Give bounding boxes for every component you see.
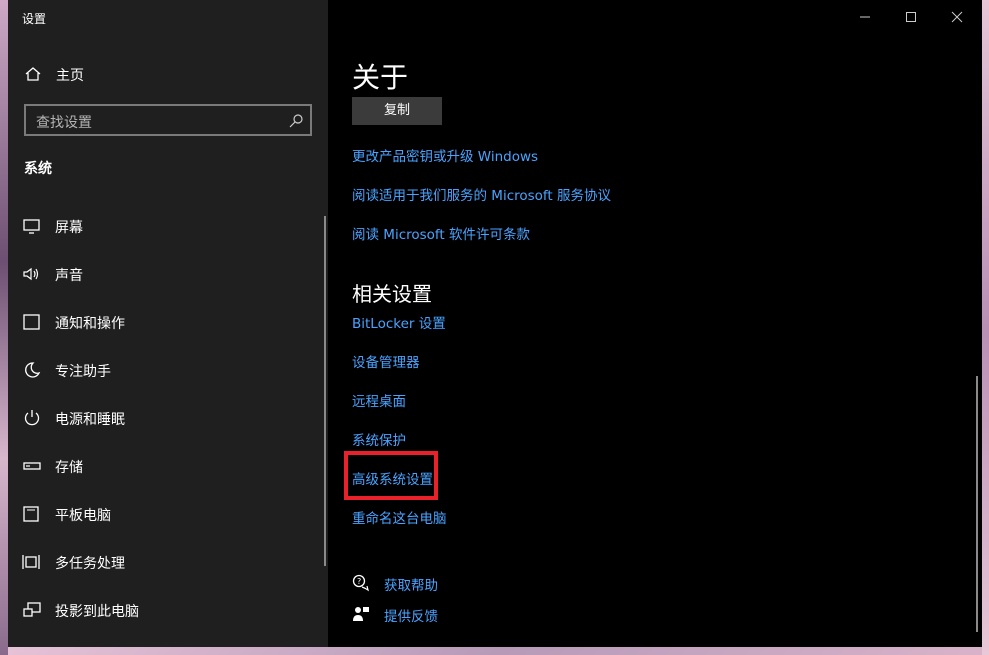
sidebar-item-focus-assist[interactable]: 专注助手 <box>8 350 324 390</box>
change-product-key-link[interactable]: 更改产品密钥或升级 Windows <box>352 145 538 165</box>
sidebar-item-label: 屏幕 <box>55 220 83 236</box>
section-title: 系统 <box>24 161 52 177</box>
svg-text:?: ? <box>357 577 361 586</box>
sidebar-scrollbar[interactable] <box>324 216 326 566</box>
sidebar-item-display[interactable]: 屏幕 <box>8 206 324 246</box>
project-icon <box>23 602 41 617</box>
sidebar-item-label: 通知和操作 <box>55 316 125 332</box>
sidebar-item-home[interactable]: 主页 <box>8 56 328 92</box>
storage-icon <box>23 462 41 470</box>
content-scrollbar[interactable] <box>976 376 978 632</box>
speaker-icon <box>23 267 39 281</box>
services-agreement-link[interactable]: 阅读适用于我们服务的 Microsoft 服务协议 <box>352 184 611 204</box>
highlight-box <box>344 451 438 500</box>
remote-desktop-link[interactable]: 远程桌面 <box>352 390 406 410</box>
sidebar-item-tablet[interactable]: 平板电脑 <box>8 494 324 534</box>
sidebar-item-label: 主页 <box>56 68 84 84</box>
sidebar-item-label: 存储 <box>55 460 83 476</box>
home-icon <box>25 67 41 81</box>
system-protection-link[interactable]: 系统保护 <box>352 429 406 449</box>
desktop-background-right <box>982 0 989 655</box>
maximize-icon[interactable] <box>898 6 924 28</box>
feedback-icon <box>353 607 369 621</box>
minimize-icon[interactable] <box>852 6 878 28</box>
main-content: 关于 复制 更改产品密钥或升级 Windows 阅读适用于我们服务的 Micro… <box>328 0 982 647</box>
help-chat-icon: ? <box>352 574 369 592</box>
desktop-background-left <box>0 0 8 655</box>
sidebar-item-label: 投影到此电脑 <box>55 604 139 620</box>
related-settings-title: 相关设置 <box>352 282 432 306</box>
sidebar-item-notifications[interactable]: 通知和操作 <box>8 302 324 342</box>
bitlocker-settings-link[interactable]: BitLocker 设置 <box>352 312 446 332</box>
search-icon[interactable] <box>288 113 304 129</box>
copy-button[interactable]: 复制 <box>352 97 442 125</box>
rename-pc-link[interactable]: 重命名这台电脑 <box>352 507 447 527</box>
device-manager-link[interactable]: 设备管理器 <box>352 351 420 371</box>
sidebar-item-label: 多任务处理 <box>55 556 125 572</box>
get-help-link[interactable]: 获取帮助 <box>384 574 438 594</box>
sidebar-item-label: 声音 <box>55 268 83 284</box>
multitask-icon <box>22 555 40 569</box>
sidebar-item-power[interactable]: 电源和睡眠 <box>8 398 324 438</box>
search-input[interactable]: 查找设置 <box>24 104 312 136</box>
moon-icon <box>25 362 41 378</box>
sidebar-item-label: 平板电脑 <box>55 508 111 524</box>
power-icon <box>24 410 40 426</box>
give-feedback-link[interactable]: 提供反馈 <box>384 605 438 625</box>
search-placeholder: 查找设置 <box>36 115 92 131</box>
sidebar-item-multitasking[interactable]: 多任务处理 <box>8 542 324 582</box>
tablet-icon <box>23 506 39 522</box>
sidebar-item-storage[interactable]: 存储 <box>8 446 324 486</box>
settings-window: 设置 主页 查找设置 系统 屏幕 声音 通知和操作 专注助手 电源和睡眠 存储 … <box>8 0 982 647</box>
sidebar-item-label: 专注助手 <box>55 364 111 380</box>
close-icon[interactable] <box>944 6 970 28</box>
sidebar-item-sound[interactable]: 声音 <box>8 254 324 294</box>
sidebar-item-project[interactable]: 投影到此电脑 <box>8 590 324 630</box>
sidebar-item-label: 电源和睡眠 <box>55 412 125 428</box>
notification-icon <box>23 314 40 330</box>
window-title: 设置 <box>22 12 47 26</box>
page-title: 关于 <box>352 61 409 94</box>
sidebar: 设置 主页 查找设置 系统 屏幕 声音 通知和操作 专注助手 电源和睡眠 存储 … <box>8 0 328 647</box>
display-icon <box>23 219 40 234</box>
license-terms-link[interactable]: 阅读 Microsoft 软件许可条款 <box>352 223 530 243</box>
